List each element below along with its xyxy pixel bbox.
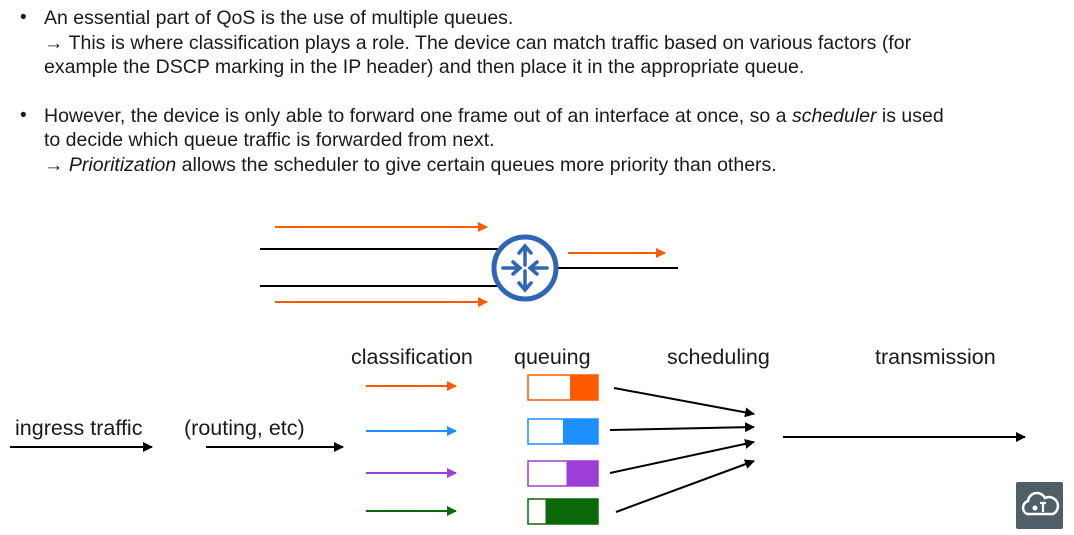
transmission-label: transmission: [875, 345, 996, 369]
routing-label: (routing, etc): [184, 416, 305, 440]
sched-arrow-4: [615, 459, 755, 513]
ingress-label: ingress traffic: [15, 416, 143, 440]
queue-blue: [527, 418, 599, 445]
queue-fill: [545, 499, 598, 524]
router-icon: [491, 234, 559, 302]
queuing-label: queuing: [514, 345, 591, 369]
queue-group: [527, 374, 599, 525]
queue-fill: [566, 461, 598, 486]
router-section: [260, 222, 678, 307]
queue-orange: [527, 374, 599, 401]
queue-purple: [527, 460, 599, 487]
sched-arrow-1: [613, 387, 755, 418]
cloud-logo-icon: [1016, 482, 1063, 529]
queue-green: [527, 498, 599, 525]
queue-fill: [570, 375, 598, 400]
sched-arrow-2: [609, 422, 755, 433]
qos-diagram: [10, 222, 1026, 525]
classification-label: classification: [351, 345, 473, 369]
scheduling-label: scheduling: [667, 345, 770, 369]
queue-fill: [563, 419, 598, 444]
